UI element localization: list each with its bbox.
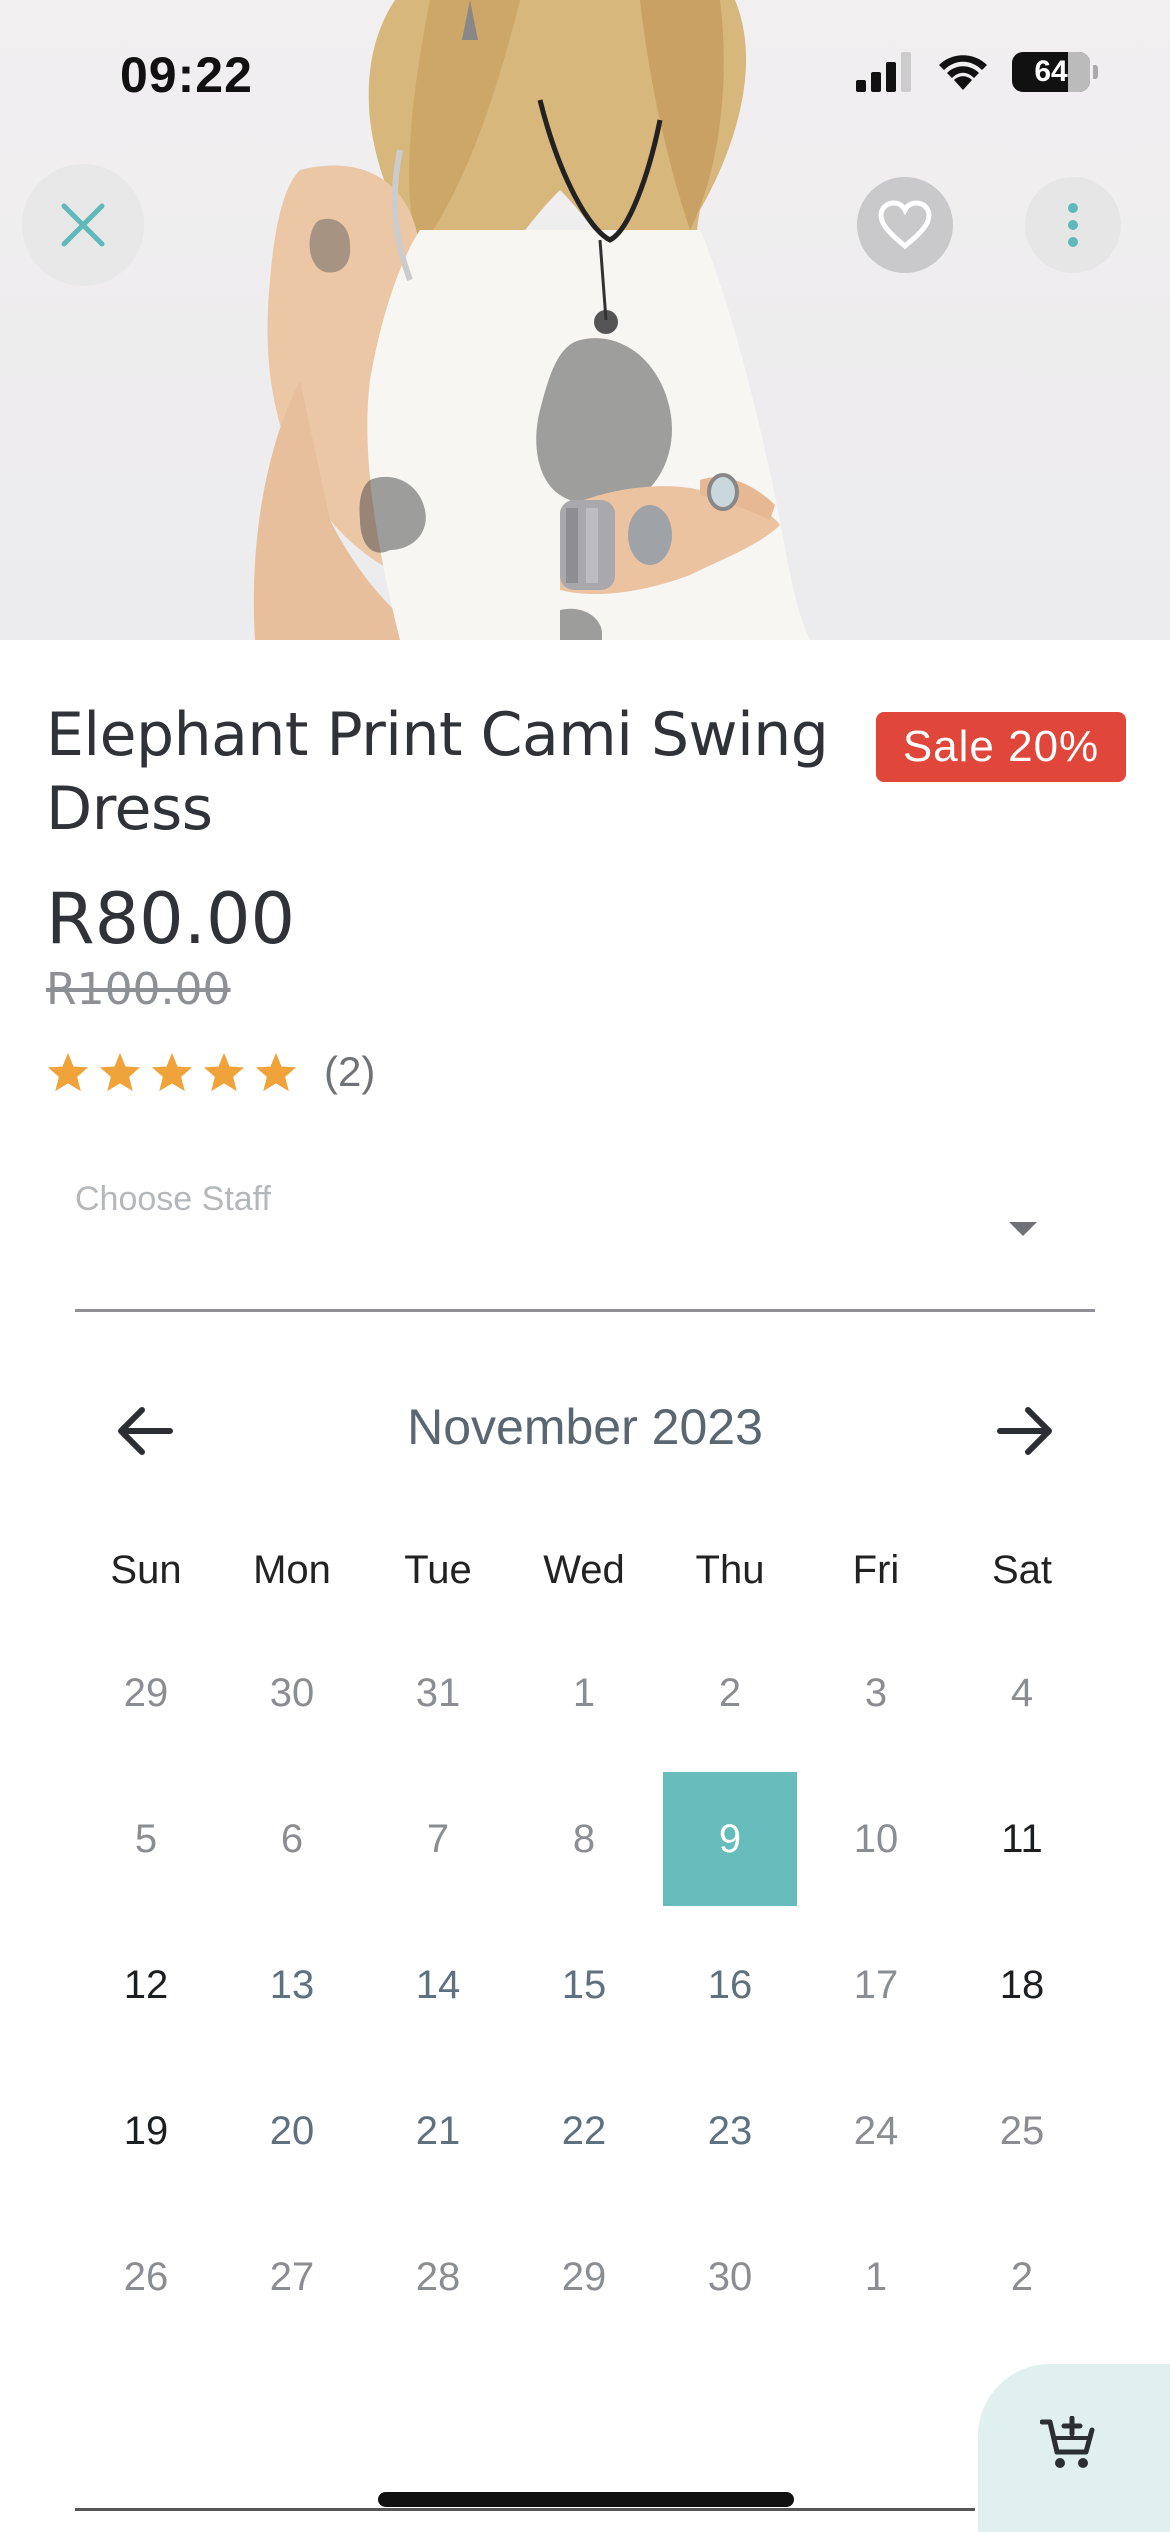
calendar-day[interactable]: 25 bbox=[949, 2058, 1095, 2204]
bottom-divider bbox=[75, 2508, 975, 2511]
calendar-day[interactable]: 6 bbox=[219, 1766, 365, 1912]
calendar-day[interactable]: 17 bbox=[803, 1912, 949, 2058]
star-icon bbox=[255, 1052, 297, 1092]
close-icon bbox=[61, 203, 105, 247]
rating-stars bbox=[46, 1051, 298, 1093]
favorite-button[interactable] bbox=[857, 177, 953, 273]
calendar-day[interactable]: 24 bbox=[803, 2058, 949, 2204]
product-rating: (2) bbox=[46, 1048, 375, 1096]
calendar-day[interactable]: 12 bbox=[73, 1912, 219, 2058]
next-month-arrow-icon[interactable] bbox=[990, 1396, 1060, 1466]
calendar-day[interactable]: 3 bbox=[803, 1620, 949, 1766]
heart-icon bbox=[878, 200, 932, 250]
calendar-header: November 2023 bbox=[90, 1370, 1080, 1490]
sale-badge: Sale 20% bbox=[876, 712, 1126, 782]
calendar-day[interactable]: 29 bbox=[73, 1620, 219, 1766]
calendar-day[interactable]: 26 bbox=[73, 2204, 219, 2350]
calendar-day[interactable]: 31 bbox=[365, 1620, 511, 1766]
calendar-day[interactable]: 30 bbox=[657, 2204, 803, 2350]
calendar-day[interactable]: 11 bbox=[949, 1766, 1095, 1912]
calendar-day[interactable]: 8 bbox=[511, 1766, 657, 1912]
battery-indicator: 64 bbox=[1012, 52, 1098, 92]
weekday-label: Wed bbox=[543, 1548, 625, 1592]
calendar-grid: 29 30 31 1 2 3 4 5 6 7 8 9 10 11 12 13 1… bbox=[73, 1620, 1095, 2350]
calendar-day[interactable]: 27 bbox=[219, 2204, 365, 2350]
star-icon bbox=[203, 1052, 245, 1092]
more-vertical-icon bbox=[1068, 203, 1078, 247]
calendar-day[interactable]: 1 bbox=[511, 1620, 657, 1766]
star-icon bbox=[99, 1052, 141, 1092]
product-title: Elephant Print Cami Swing Dress bbox=[46, 700, 829, 844]
calendar-day[interactable]: 15 bbox=[511, 1912, 657, 2058]
calendar-day[interactable]: 20 bbox=[219, 2058, 365, 2204]
calendar-day[interactable]: 2 bbox=[949, 2204, 1095, 2350]
choose-staff-dropdown[interactable]: Choose Staff bbox=[75, 1170, 1095, 1312]
star-icon bbox=[151, 1052, 193, 1092]
caret-down-icon bbox=[1009, 1222, 1037, 1236]
calendar-day[interactable]: 5 bbox=[73, 1766, 219, 1912]
weekday-label: Sun bbox=[110, 1548, 182, 1592]
weekday-label: Sat bbox=[991, 1548, 1053, 1592]
calendar-day[interactable]: 7 bbox=[365, 1766, 511, 1912]
original-price: R100.00 bbox=[46, 964, 231, 1015]
selected-day-label: 9 bbox=[663, 1772, 797, 1906]
weekday-label: Mon bbox=[253, 1548, 331, 1592]
calendar-day[interactable]: 28 bbox=[365, 2204, 511, 2350]
calendar-day[interactable]: 4 bbox=[949, 1620, 1095, 1766]
close-button[interactable] bbox=[22, 164, 144, 286]
calendar-day[interactable]: 18 bbox=[949, 1912, 1095, 2058]
calendar-day[interactable]: 23 bbox=[657, 2058, 803, 2204]
status-time: 09:22 bbox=[120, 47, 253, 103]
weekday-label: Thu bbox=[695, 1548, 765, 1592]
star-icon bbox=[47, 1052, 89, 1092]
weekday-label: Tue bbox=[404, 1548, 472, 1592]
calendar-day[interactable]: 29 bbox=[511, 2204, 657, 2350]
cellular-signal-icon bbox=[856, 52, 911, 92]
add-to-cart-icon bbox=[1040, 2416, 1095, 2468]
home-indicator bbox=[378, 2492, 794, 2507]
calendar-day[interactable]: 21 bbox=[365, 2058, 511, 2204]
calendar-day[interactable]: 19 bbox=[73, 2058, 219, 2204]
choose-staff-label: Choose Staff bbox=[75, 1180, 271, 1218]
calendar-day[interactable]: 10 bbox=[803, 1766, 949, 1912]
calendar-day[interactable]: 2 bbox=[657, 1620, 803, 1766]
calendar-day[interactable]: 22 bbox=[511, 2058, 657, 2204]
status-icons: 64 bbox=[854, 52, 1098, 92]
calendar-month-title: November 2023 bbox=[407, 1399, 763, 1455]
review-count[interactable]: (2) bbox=[324, 1048, 375, 1096]
calendar-day[interactable]: 14 bbox=[365, 1912, 511, 2058]
calendar-day-selected[interactable]: 9 bbox=[657, 1766, 803, 1912]
more-options-button[interactable] bbox=[1025, 177, 1121, 273]
calendar-day[interactable]: 30 bbox=[219, 1620, 365, 1766]
wifi-icon bbox=[939, 55, 987, 90]
battery-level: 64 bbox=[1034, 55, 1068, 88]
calendar-day[interactable]: 13 bbox=[219, 1912, 365, 2058]
add-to-cart-button[interactable] bbox=[978, 2364, 1170, 2532]
calendar-day[interactable]: 1 bbox=[803, 2204, 949, 2350]
product-price: R80.00 bbox=[46, 878, 296, 960]
weekday-label: Fri bbox=[852, 1548, 900, 1592]
calendar-day[interactable]: 16 bbox=[657, 1912, 803, 2058]
calendar-weekdays: Sun Mon Tue Wed Thu Fri Sat bbox=[73, 1548, 1095, 1593]
